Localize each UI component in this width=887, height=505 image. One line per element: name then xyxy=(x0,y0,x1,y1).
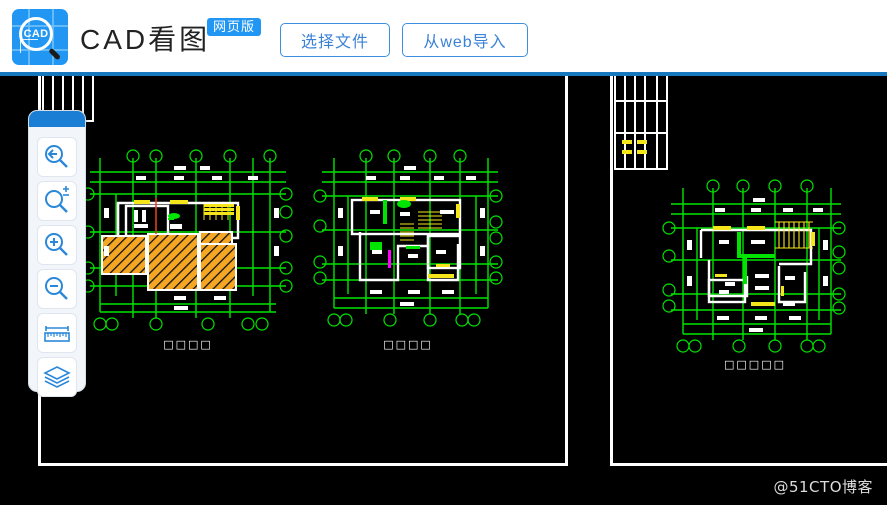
plan-label: □□□□ xyxy=(383,338,433,351)
measure-ruler-icon[interactable] xyxy=(37,313,77,353)
zoom-extents-icon[interactable] xyxy=(37,181,77,221)
toolbar-drag-handle[interactable] xyxy=(29,111,85,127)
zoom-out-icon[interactable] xyxy=(37,269,77,309)
plan-label: □□□□□ xyxy=(724,358,786,371)
plan-first-floor[interactable]: □□□□ xyxy=(78,146,298,351)
zoom-in-icon[interactable] xyxy=(37,225,77,265)
cad-canvas[interactable]: □□□□ □□□□ □□□□□ @51CTO博客 xyxy=(0,76,887,505)
import-from-web-button[interactable]: 从web导入 xyxy=(402,23,528,57)
plan-right-panel[interactable]: □□□□□ xyxy=(655,176,855,371)
plan-second-floor[interactable]: □□□□ xyxy=(308,146,508,351)
zoom-previous-icon[interactable] xyxy=(37,137,77,177)
app-header: CAD CAD看图 网页版 选择文件 从web导入 xyxy=(0,0,887,72)
plan-label: □□□□ xyxy=(163,338,213,351)
magnifier-glass-icon: CAD xyxy=(19,17,53,51)
page-title: CAD看图 xyxy=(80,24,211,55)
cad-magnifier-logo: CAD xyxy=(12,9,68,65)
select-file-button[interactable]: 选择文件 xyxy=(280,23,390,57)
title-block-right xyxy=(614,76,668,170)
status-badge: 网页版 xyxy=(207,18,262,36)
logo-text: CAD xyxy=(23,27,49,40)
cad-toolbar[interactable] xyxy=(28,110,86,397)
watermark: @51CTO博客 xyxy=(773,478,873,496)
layers-icon[interactable] xyxy=(37,357,77,397)
